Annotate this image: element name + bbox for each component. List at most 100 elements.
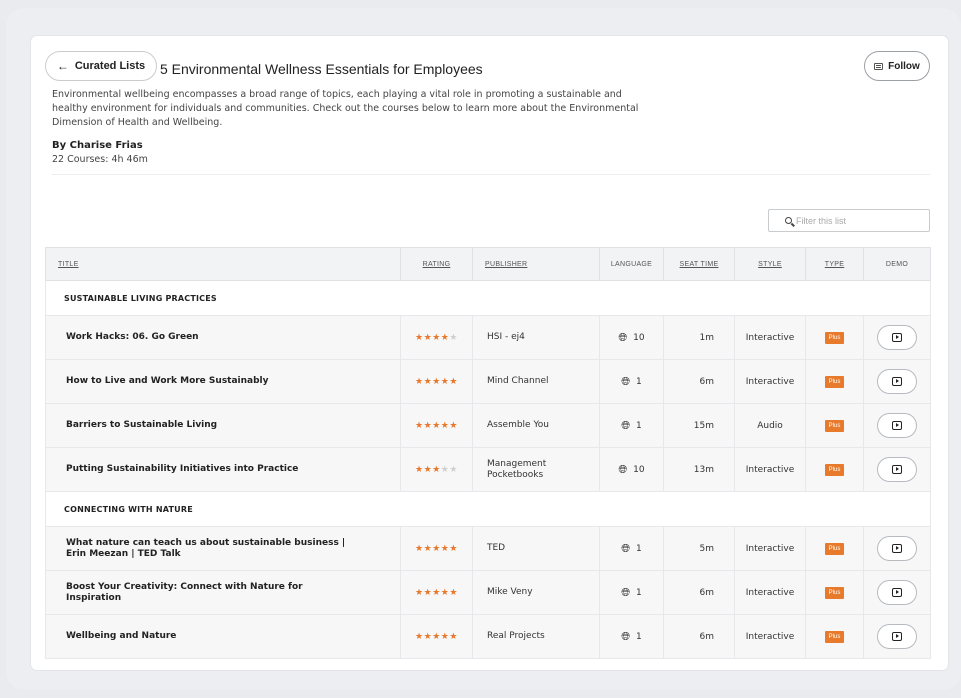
table-row[interactable]: What nature can teach us about sustainab… xyxy=(45,526,931,571)
play-icon xyxy=(892,421,902,430)
course-title[interactable]: Wellbeing and Nature xyxy=(45,614,401,659)
type-cell: Plus xyxy=(805,447,864,492)
star-filled-icon: ★ xyxy=(423,376,433,387)
course-title[interactable]: Putting Sustainability Initiatives into … xyxy=(45,447,401,492)
type-badge: Plus xyxy=(824,586,845,599)
star-rating: ★★★★★ xyxy=(415,333,458,343)
type-badge: Plus xyxy=(824,542,845,555)
star-filled-icon: ★ xyxy=(415,631,424,642)
style: Audio xyxy=(734,403,806,448)
language-cell: 🌐︎ 1 xyxy=(599,526,664,571)
column-header-language: LANGUAGE xyxy=(599,247,664,281)
globe-icon: 🌐︎ xyxy=(621,541,631,555)
play-icon xyxy=(892,377,902,386)
play-icon xyxy=(892,632,902,641)
language-cell: 🌐︎ 10 xyxy=(599,315,664,360)
star-empty-icon: ★ xyxy=(449,332,458,343)
column-header-title[interactable]: TITLE xyxy=(45,247,401,281)
star-rating: ★★★★★ xyxy=(415,632,458,642)
star-filled-icon: ★ xyxy=(423,420,433,431)
type-cell: Plus xyxy=(805,359,864,404)
seat-time: 5m xyxy=(663,526,735,571)
star-filled-icon: ★ xyxy=(423,332,433,343)
demo-cell xyxy=(863,403,931,448)
course-title[interactable]: Barriers to Sustainable Living xyxy=(45,403,401,448)
star-filled-icon: ★ xyxy=(415,420,424,431)
language-count: 1 xyxy=(636,587,642,598)
star-filled-icon: ★ xyxy=(449,631,458,642)
table-row[interactable]: Boost Your Creativity: Connect with Natu… xyxy=(45,570,931,615)
publisher: TED xyxy=(472,526,600,571)
demo-cell xyxy=(863,447,931,492)
demo-button[interactable] xyxy=(877,457,917,482)
play-icon xyxy=(892,465,902,474)
seat-time: 15m xyxy=(663,403,735,448)
language-cell: 🌐︎ 10 xyxy=(599,447,664,492)
table-row[interactable]: Barriers to Sustainable Living ★★★★★ Ass… xyxy=(45,403,931,448)
table-row[interactable]: Putting Sustainability Initiatives into … xyxy=(45,447,931,492)
back-button-label: Curated Lists xyxy=(74,60,146,72)
column-header-seat-time[interactable]: SEAT TIME xyxy=(663,247,735,281)
course-title[interactable]: What nature can teach us about sustainab… xyxy=(45,526,401,571)
type-cell: Plus xyxy=(805,570,864,615)
play-icon xyxy=(892,544,902,553)
rating-cell: ★★★★★ xyxy=(400,614,473,659)
list-description: Environmental wellbeing encompasses a br… xyxy=(52,89,639,128)
star-rating: ★★★★★ xyxy=(415,421,458,431)
column-header-style[interactable]: STYLE xyxy=(734,247,806,281)
demo-cell xyxy=(863,526,931,571)
language-count: 10 xyxy=(633,332,645,343)
filter-input[interactable] xyxy=(796,215,916,226)
demo-button[interactable] xyxy=(877,369,917,394)
star-filled-icon: ★ xyxy=(415,543,424,554)
publisher: Mind Channel xyxy=(472,359,600,404)
rating-cell: ★★★★★ xyxy=(400,359,473,404)
language-count: 1 xyxy=(636,631,642,642)
page-title: 5 Environmental Wellness Essentials for … xyxy=(160,61,483,77)
style: Interactive xyxy=(734,315,806,360)
column-header-rating[interactable]: RATING xyxy=(400,247,473,281)
demo-cell xyxy=(863,315,931,360)
seat-time: 6m xyxy=(663,359,735,404)
table-row[interactable]: Wellbeing and Nature ★★★★★ Real Projects… xyxy=(45,614,931,659)
star-rating: ★★★★★ xyxy=(415,588,458,598)
seat-time: 1m xyxy=(663,315,735,360)
back-to-curated-lists-button[interactable]: ← Curated Lists xyxy=(45,51,157,81)
globe-icon: 🌐︎ xyxy=(618,462,628,476)
style: Interactive xyxy=(734,447,806,492)
demo-button[interactable] xyxy=(877,536,917,561)
courses-table: TITLE RATING PUBLISHER LANGUAGE SEAT TIM… xyxy=(45,247,931,659)
star-empty-icon: ★ xyxy=(449,464,458,475)
follow-button[interactable]: Follow xyxy=(864,51,930,81)
course-title[interactable]: Boost Your Creativity: Connect with Natu… xyxy=(45,570,401,615)
star-filled-icon: ★ xyxy=(432,420,441,431)
publisher: Management Pocketbooks xyxy=(472,447,600,492)
column-header-type[interactable]: TYPE xyxy=(805,247,864,281)
demo-cell xyxy=(863,570,931,615)
course-title[interactable]: How to Live and Work More Sustainably xyxy=(45,359,401,404)
demo-button[interactable] xyxy=(877,325,917,350)
section-title: SUSTAINABLE LIVING PRACTICES xyxy=(45,280,931,316)
star-filled-icon: ★ xyxy=(432,464,441,475)
language-count: 1 xyxy=(636,543,642,554)
filter-box[interactable] xyxy=(768,209,930,232)
demo-button[interactable] xyxy=(877,580,917,605)
globe-icon: 🌐︎ xyxy=(621,585,631,599)
language-cell: 🌐︎ 1 xyxy=(599,403,664,448)
language-cell: 🌐︎ 1 xyxy=(599,614,664,659)
type-badge: Plus xyxy=(824,463,845,476)
demo-button[interactable] xyxy=(877,413,917,438)
globe-icon: 🌐︎ xyxy=(618,330,628,344)
rating-cell: ★★★★★ xyxy=(400,570,473,615)
table-row[interactable]: Work Hacks: 06. Go Green ★★★★★ HSI - ej4… xyxy=(45,315,931,360)
course-title[interactable]: Work Hacks: 06. Go Green xyxy=(45,315,401,360)
style: Interactive xyxy=(734,526,806,571)
column-header-publisher[interactable]: PUBLISHER xyxy=(472,247,600,281)
demo-button[interactable] xyxy=(877,624,917,649)
mail-icon xyxy=(874,62,884,70)
type-badge: Plus xyxy=(824,331,845,344)
star-rating: ★★★★★ xyxy=(415,377,458,387)
star-filled-icon: ★ xyxy=(415,376,424,387)
type-badge: Plus xyxy=(824,419,845,432)
table-row[interactable]: How to Live and Work More Sustainably ★★… xyxy=(45,359,931,404)
